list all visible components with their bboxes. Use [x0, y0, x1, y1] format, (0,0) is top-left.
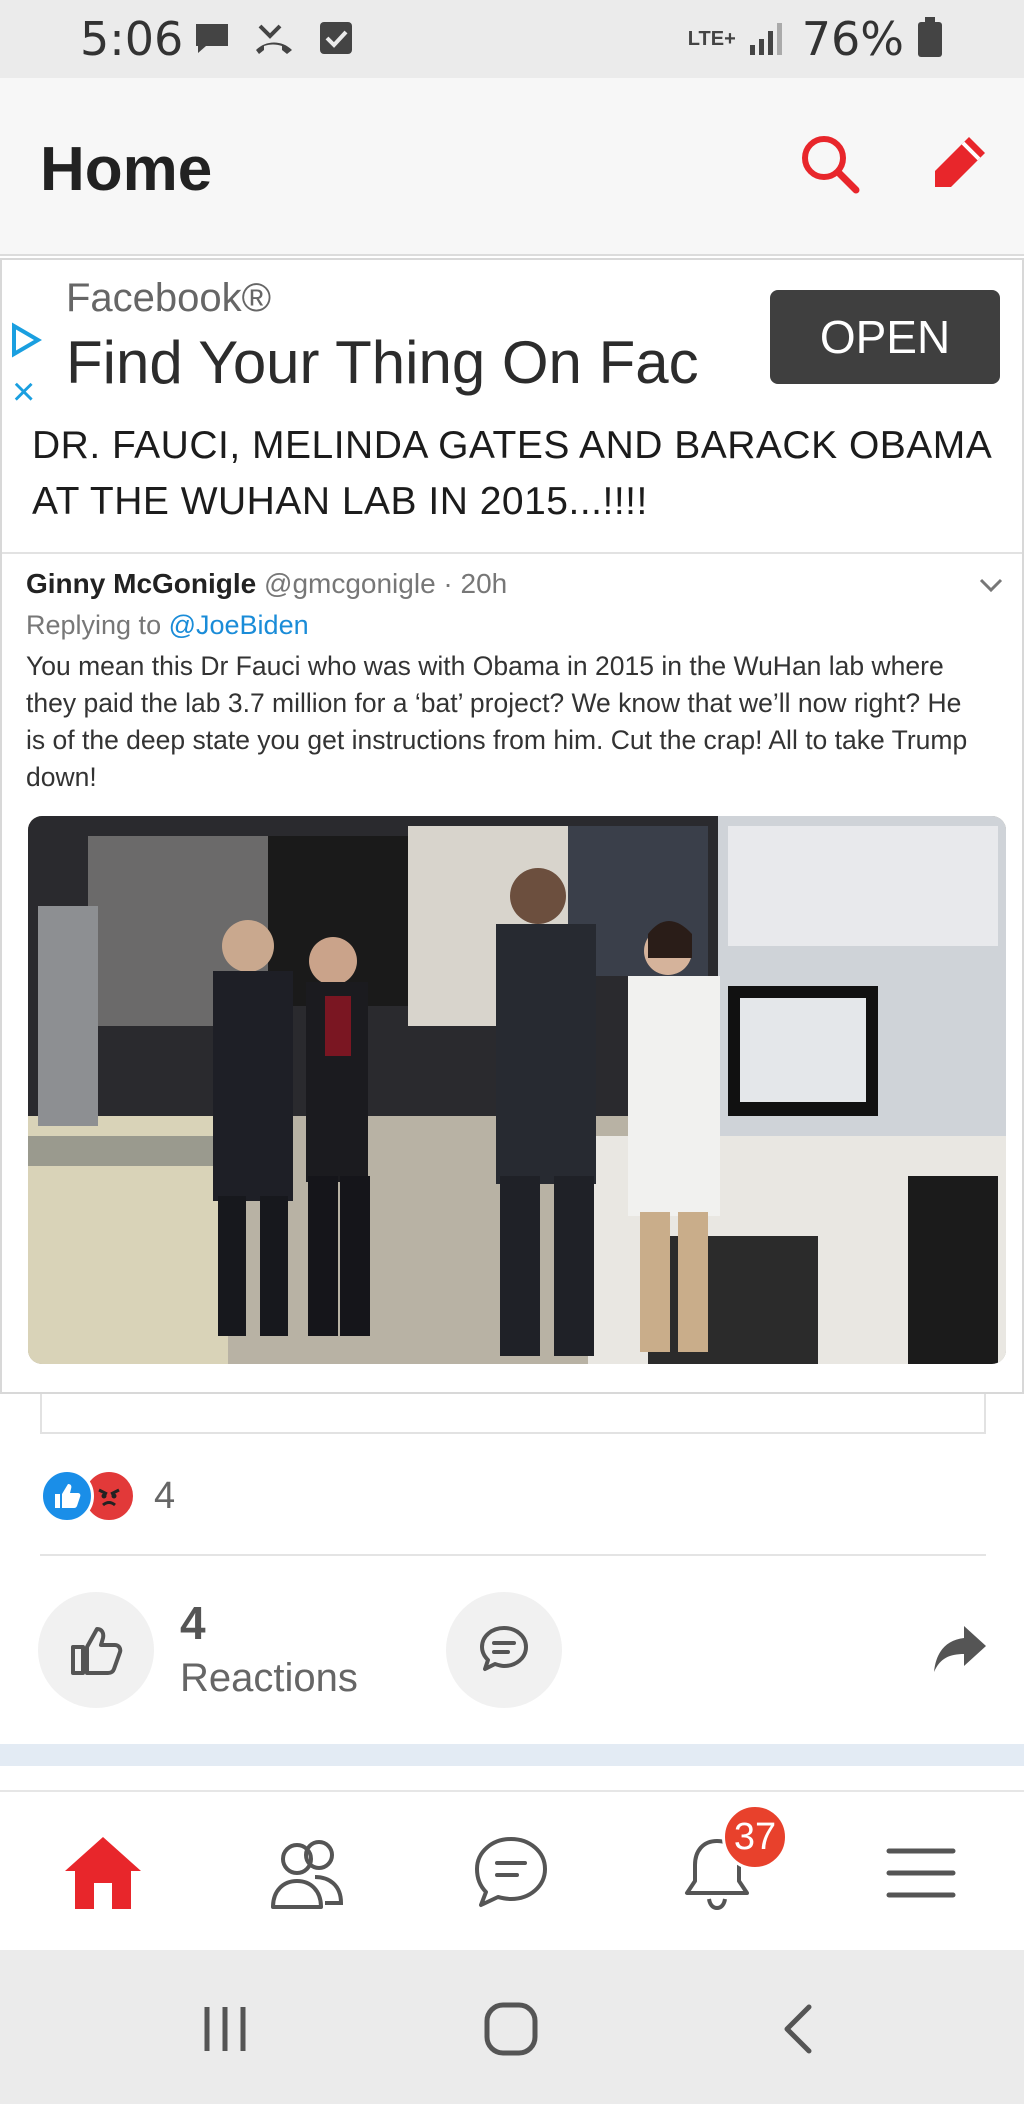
search-icon: [802, 136, 860, 194]
reaction-summary[interactable]: 4: [40, 1468, 175, 1524]
tweet-handle: @gmcgonigle: [264, 568, 436, 599]
groups-icon: [271, 1840, 344, 1909]
ad-close-icon[interactable]: ×: [12, 372, 35, 412]
ad-brand: Facebook®: [66, 276, 272, 320]
comment-button[interactable]: [446, 1592, 562, 1708]
tweet-text: You mean this Dr Fauci who was with Obam…: [26, 651, 968, 792]
compose-button[interactable]: [918, 124, 998, 204]
message-icon: [192, 18, 232, 58]
divider: [2, 552, 1022, 554]
battery-percent: 76%: [801, 12, 904, 66]
replying-prefix: Replying to: [26, 610, 162, 640]
tweet-author-name: Ginny McGonigle: [26, 568, 257, 599]
post-bottom-frame: [40, 1394, 986, 1434]
notification-badge: 37: [722, 1804, 788, 1870]
ad-open-button[interactable]: OPEN: [770, 290, 1000, 384]
post-actions: 4 Reactions: [0, 1592, 1024, 1708]
ad-banner[interactable]: × Facebook® Find Your Thing On Fac OPEN: [2, 260, 1022, 412]
system-home-button[interactable]: [476, 1994, 546, 2064]
post-caption: DR. FAUCI, MELINDA GATES AND BARACK OBAM…: [32, 424, 991, 523]
tweet-replying-to: Replying to @JoeBiden: [26, 610, 309, 641]
back-button[interactable]: [764, 1994, 834, 2064]
ad-headline[interactable]: Find Your Thing On Fac: [66, 328, 699, 397]
page-title: Home: [40, 135, 213, 204]
recents-button[interactable]: [190, 1994, 260, 2064]
nav-menu[interactable]: [876, 1828, 966, 1918]
share-button[interactable]: [930, 1618, 990, 1678]
thumbs-up-icon: [71, 1627, 123, 1675]
adchoices-icon[interactable]: [8, 322, 44, 358]
signal-icon: [748, 17, 790, 62]
pencil-icon: [935, 137, 985, 187]
battery-icon: [916, 15, 944, 64]
recents-icon: [204, 2007, 246, 2051]
missed-call-icon: [254, 18, 294, 58]
status-notification-icons: [192, 18, 356, 58]
comment-icon: [480, 1626, 528, 1671]
checkbox-icon: [316, 18, 356, 58]
post-card: × Facebook® Find Your Thing On Fac OPEN …: [0, 258, 1024, 1394]
status-bar: 5:06 LTE+ 76%: [0, 0, 1024, 78]
chevron-down-icon: [979, 578, 1003, 593]
divider: [40, 1554, 986, 1556]
reactions-count: 4: [180, 1597, 206, 1649]
menu-icon: [886, 1848, 956, 1898]
like-reaction-icon: [40, 1469, 94, 1523]
status-right: LTE+ 76%: [688, 12, 944, 66]
share-arrow-icon: [934, 1626, 986, 1672]
tweet-time: · 20h: [443, 568, 508, 599]
nav-chat[interactable]: [466, 1828, 556, 1918]
lab-photo-illustration: [28, 816, 1006, 1364]
system-nav-bar: [0, 1950, 1024, 2104]
reactions-label: Reactions: [180, 1656, 358, 1700]
tweet-header: Ginny McGonigle @gmcgonigle · 20h: [26, 568, 507, 600]
replying-handle: @JoeBiden: [168, 610, 309, 640]
status-time: 5:06: [80, 12, 184, 66]
like-button[interactable]: [38, 1592, 154, 1708]
post-photo[interactable]: [28, 816, 1006, 1364]
home-icon: [65, 1837, 141, 1909]
chat-icon: [475, 1837, 547, 1907]
home-circle-icon: [484, 2002, 538, 2056]
back-icon: [784, 2004, 812, 2054]
app-header: Home: [0, 78, 1024, 256]
nav-groups[interactable]: [262, 1828, 352, 1918]
feed-separator: [0, 1744, 1024, 1766]
reaction-summary-count: 4: [154, 1474, 176, 1517]
nav-home[interactable]: [58, 1828, 148, 1918]
lte-label: LTE+: [687, 27, 736, 50]
bottom-nav: 37: [0, 1790, 1024, 1950]
search-button[interactable]: [790, 124, 870, 204]
